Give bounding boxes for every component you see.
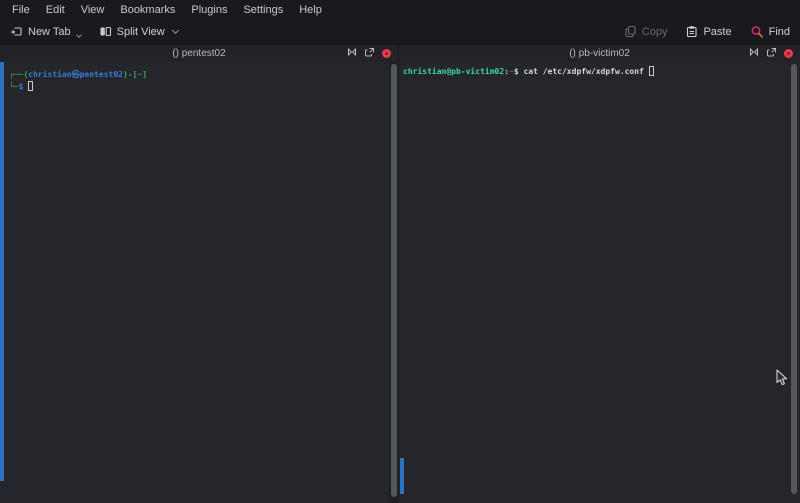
detach-view-icon[interactable]: [766, 47, 777, 61]
find-button[interactable]: Find: [750, 25, 790, 39]
mouse-cursor-icon: [776, 369, 789, 390]
right-terminal-left-marker[interactable]: [400, 458, 404, 494]
split-view-chevron-icon: [172, 26, 179, 33]
copy-icon: [624, 25, 637, 38]
pane-splitter[interactable]: [389, 62, 399, 503]
splitter-handle[interactable]: [391, 64, 397, 497]
maximize-view-icon[interactable]: [749, 47, 759, 60]
pane-header-pb-victim02[interactable]: () pb-victim02: [399, 45, 800, 62]
menu-bar: File Edit View Bookmarks Plugins Setting…: [0, 0, 800, 19]
menu-bookmarks[interactable]: Bookmarks: [112, 2, 183, 18]
copy-button[interactable]: Copy: [624, 25, 668, 38]
menu-help[interactable]: Help: [291, 2, 330, 18]
split-header-row: () pentest02 () pb-victim02: [0, 44, 800, 62]
menu-plugins[interactable]: Plugins: [183, 2, 235, 18]
split-view-icon: [99, 25, 112, 38]
right-terminal-text: christian@pb-victim02:~$ cat /etc/xdpfw/…: [399, 62, 800, 78]
menu-edit[interactable]: Edit: [38, 2, 73, 18]
paste-icon: [685, 25, 698, 38]
pane-title-left: () pentest02: [172, 48, 225, 59]
left-terminal-scrollbar[interactable]: [0, 62, 4, 481]
split-view-content: ┌──(christian㉿pentest02)-[~]└─$ christia…: [0, 62, 800, 503]
left-terminal-text: ┌──(christian㉿pentest02)-[~]└─$: [0, 62, 389, 93]
copy-label: Copy: [642, 26, 668, 38]
close-view-icon[interactable]: [382, 49, 391, 58]
menu-view[interactable]: View: [73, 2, 113, 18]
prompt-line-1: ┌──(christian㉿pentest02)-[~]: [9, 69, 389, 81]
split-view-button[interactable]: Split View: [99, 25, 178, 38]
pane-title-right: () pb-victim02: [569, 48, 630, 59]
terminal-pentest02[interactable]: ┌──(christian㉿pentest02)-[~]└─$: [0, 62, 389, 503]
find-icon: [750, 25, 764, 39]
prompt-line-2: └─$: [9, 81, 389, 93]
new-tab-button[interactable]: New Tab: [10, 25, 81, 38]
find-label: Find: [769, 26, 790, 38]
pane-header-pentest02[interactable]: () pentest02: [0, 45, 399, 62]
paste-button[interactable]: Paste: [685, 25, 731, 38]
new-tab-icon: [10, 25, 23, 38]
new-tab-label: New Tab: [28, 26, 71, 38]
detach-view-icon[interactable]: [364, 47, 375, 61]
paste-label: Paste: [703, 26, 731, 38]
konsole-window: File Edit View Bookmarks Plugins Setting…: [0, 0, 800, 503]
split-view-label: Split View: [117, 26, 165, 38]
right-terminal-scrollbar[interactable]: [791, 64, 797, 494]
terminal-cursor: [28, 81, 33, 91]
maximize-view-icon[interactable]: [347, 47, 357, 60]
menu-settings[interactable]: Settings: [235, 2, 291, 18]
toolbar: New Tab Split View: [0, 19, 800, 44]
new-tab-caret-icon: [76, 32, 82, 38]
terminal-cursor: [649, 66, 654, 76]
close-view-icon[interactable]: [784, 49, 793, 58]
menu-file[interactable]: File: [4, 2, 38, 18]
terminal-pb-victim02[interactable]: christian@pb-victim02:~$ cat /etc/xdpfw/…: [399, 62, 800, 503]
